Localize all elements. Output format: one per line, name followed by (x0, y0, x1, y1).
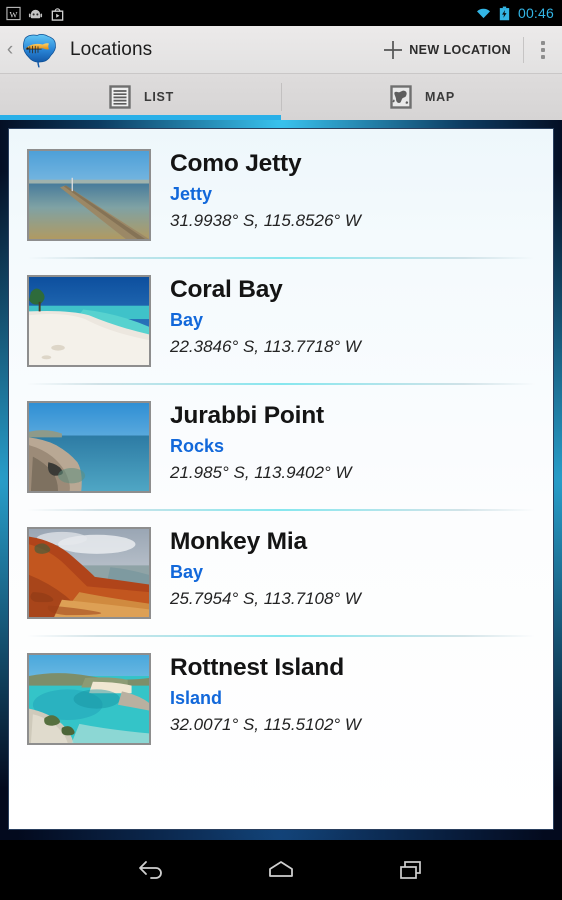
jetty-photo (29, 151, 149, 239)
wifi-icon (476, 8, 490, 18)
location-name: Como Jetty (170, 150, 302, 177)
tab-list[interactable]: LIST (0, 74, 281, 120)
status-notification-icons: W (6, 6, 65, 21)
location-text: Monkey Mia Bay 25.7954° S, 113.7108° W (170, 527, 361, 608)
location-type: Jetty (170, 183, 213, 204)
overflow-dot (541, 54, 545, 59)
list-item[interactable]: Coral Bay Bay 22.3846° S, 113.7718° W (9, 257, 553, 383)
white-beach-photo (29, 277, 149, 365)
location-text: Coral Bay Bay 22.3846° S, 113.7718° W (170, 275, 361, 356)
overflow-menu-button[interactable] (524, 26, 562, 73)
play-store-icon (51, 7, 64, 21)
rocky-shore-photo (29, 403, 149, 491)
tab-list-label: LIST (144, 90, 174, 104)
location-name: Monkey Mia (170, 528, 307, 555)
list-item[interactable]: Jurabbi Point Rocks 21.985° S, 113.9402°… (9, 383, 553, 509)
status-bar: W 00:46 (0, 0, 562, 26)
app-logo-icon[interactable] (16, 29, 60, 71)
new-location-button[interactable]: NEW LOCATION (378, 26, 523, 73)
location-name: Rottnest Island (170, 654, 344, 681)
map-icon (390, 85, 412, 109)
recents-button[interactable] (388, 850, 434, 890)
location-coordinates: 22.3846° S, 113.7718° W (170, 336, 361, 356)
overflow-dot (541, 47, 545, 52)
location-name: Coral Bay (170, 276, 283, 303)
new-location-label: NEW LOCATION (409, 42, 511, 57)
location-text: Rottnest Island Island 32.0071° S, 115.5… (170, 653, 361, 734)
system-navigation-bar (0, 840, 562, 900)
list-item[interactable]: Rottnest Island Island 32.0071° S, 115.5… (9, 635, 553, 761)
locations-list[interactable]: Como Jetty Jetty 31.9938° S, 115.8526° W (9, 129, 553, 761)
location-text: Jurabbi Point Rocks 21.985° S, 113.9402°… (170, 401, 352, 482)
action-bar-actions: NEW LOCATION (378, 26, 562, 73)
list-item[interactable]: Como Jetty Jetty 31.9938° S, 115.8526° W (9, 131, 553, 257)
location-thumbnail (27, 653, 151, 745)
location-thumbnail (27, 527, 151, 619)
page-title: Locations (70, 38, 153, 60)
action-bar: ‹ Locations NEW LOCATION (0, 26, 562, 74)
location-coordinates: 25.7954° S, 113.7108° W (170, 588, 361, 608)
turquoise-bay-photo (29, 655, 149, 743)
home-button[interactable] (258, 850, 304, 890)
android-bot-icon (28, 9, 43, 18)
recents-icon (400, 861, 421, 879)
overflow-dot (541, 40, 545, 45)
location-thumbnail (27, 401, 151, 493)
location-type: Bay (170, 309, 204, 330)
location-text: Como Jetty Jetty 31.9938° S, 115.8526° W (170, 149, 361, 230)
back-icon (139, 861, 162, 879)
up-navigation-caret[interactable]: ‹ (4, 40, 16, 59)
back-button[interactable] (128, 850, 174, 890)
red-cliff-beach-photo (29, 529, 149, 617)
location-coordinates: 21.985° S, 113.9402° W (170, 462, 352, 482)
tab-map-label: MAP (425, 90, 455, 104)
location-type: Rocks (170, 435, 225, 456)
plus-icon (384, 40, 403, 59)
location-coordinates: 31.9938° S, 115.8526° W (170, 210, 361, 230)
svg-text:W: W (10, 9, 18, 19)
location-thumbnail (27, 275, 151, 367)
wikipedia-icon: W (6, 6, 21, 20)
location-type: Island (170, 687, 223, 708)
tab-map[interactable]: MAP (281, 74, 562, 120)
list-item[interactable]: Monkey Mia Bay 25.7954° S, 113.7108° W (9, 509, 553, 635)
list-icon (109, 85, 131, 109)
status-system-icons: 00:46 (476, 5, 554, 21)
tab-bar: LIST MAP (0, 74, 562, 120)
status-clock: 00:46 (517, 5, 554, 21)
location-coordinates: 32.0071° S, 115.5102° W (170, 714, 361, 734)
location-thumbnail (27, 149, 151, 241)
content-stage: Como Jetty Jetty 31.9938° S, 115.8526° W (0, 120, 562, 840)
location-name: Jurabbi Point (170, 402, 324, 429)
locations-panel: Como Jetty Jetty 31.9938° S, 115.8526° W (8, 128, 554, 830)
home-icon (269, 861, 293, 877)
battery-charging-icon (499, 6, 510, 20)
location-type: Bay (170, 561, 204, 582)
